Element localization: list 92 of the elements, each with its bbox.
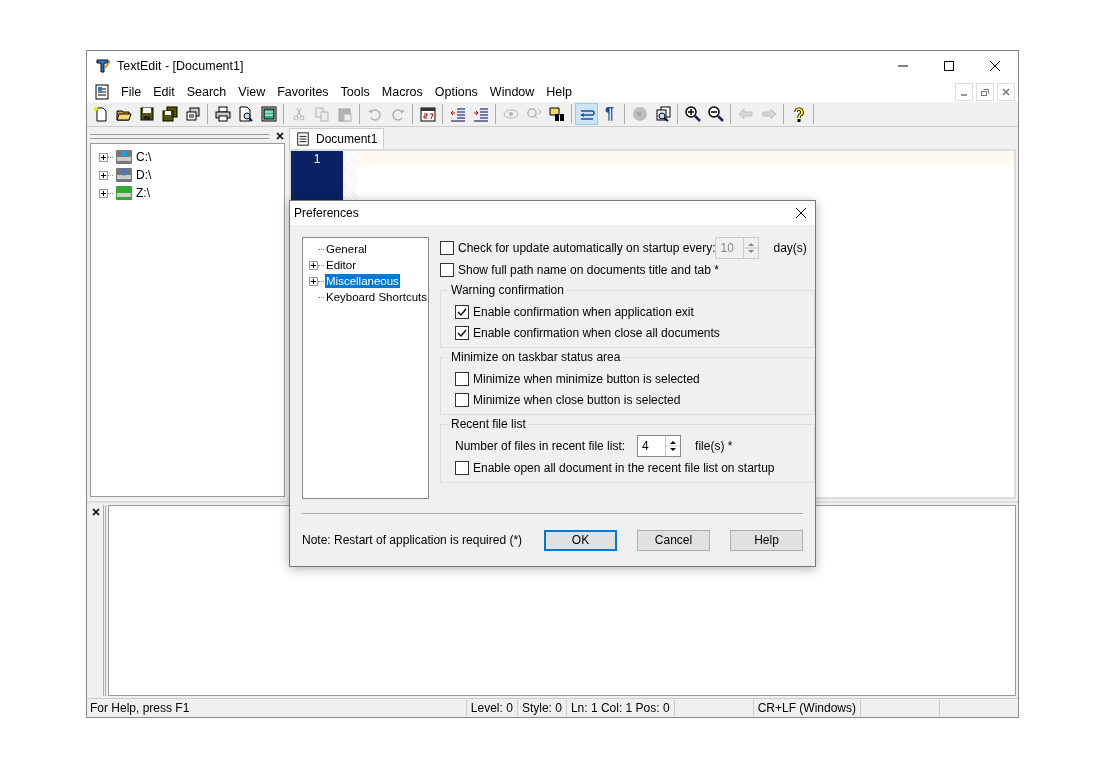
option-label: Enable confirmation when application exit: [473, 304, 694, 319]
zoom-in-icon: [684, 106, 701, 122]
option-label: Enable confirmation when close all documents: [473, 325, 720, 340]
dialog-button[interactable]: Cancel: [637, 529, 710, 551]
pilcrow-button[interactable]: ¶: [598, 103, 621, 125]
dialog-button[interactable]: Help: [730, 529, 803, 551]
copy-pages-icon: [313, 106, 330, 122]
menu-item[interactable]: Macros: [375, 84, 429, 99]
scissors-icon: [290, 106, 307, 122]
option-label: Minimize when minimize button is selected: [473, 371, 700, 386]
drive-icon: [116, 149, 132, 165]
number-field[interactable]: 4: [637, 435, 682, 457]
close-icon[interactable]: [795, 207, 807, 219]
unit-label: file(s) *: [695, 439, 734, 453]
category-item[interactable]: Editor: [325, 258, 358, 272]
minimize-icon[interactable]: [955, 82, 973, 101]
option-label: Number of files in recent file list:: [455, 439, 626, 453]
category-item[interactable]: Keyboard Shortcuts: [325, 290, 428, 304]
expander-icon[interactable]: [309, 276, 318, 286]
status-panel: Ln: 1 Col: 1 Pos: 0: [565, 700, 674, 716]
menu-item[interactable]: Options: [428, 84, 484, 99]
expander-icon[interactable]: [309, 260, 318, 270]
close-pane-icon[interactable]: [275, 131, 285, 141]
forward-arrow-icon: [760, 106, 777, 122]
drive-label[interactable]: C:\: [135, 150, 153, 164]
line-number: 1: [312, 151, 322, 167]
checkbox[interactable]: [455, 371, 469, 386]
document-tab[interactable]: Document1: [289, 128, 385, 149]
menu-item[interactable]: Search: [180, 84, 233, 99]
menu-item[interactable]: Help: [540, 84, 579, 99]
group-title: Minimize on taskbar status area: [449, 350, 623, 364]
checkbox[interactable]: [455, 304, 469, 319]
drive-icon: [116, 167, 132, 183]
document-icon[interactable]: [94, 83, 110, 100]
redo-arrow-icon: [389, 106, 406, 122]
category-item[interactable]: Miscellaneous: [325, 274, 400, 288]
group-title: Recent file list: [449, 417, 528, 431]
magnifier-arrows-icon: [525, 106, 542, 122]
menu-item[interactable]: Favorites: [271, 84, 335, 99]
expander-icon[interactable]: [99, 170, 108, 180]
window-title: TextEdit - [Document1]: [117, 59, 244, 73]
drive-label[interactable]: D:\: [135, 168, 153, 182]
back-arrow-icon: [737, 106, 754, 122]
checkbox[interactable]: [455, 325, 469, 340]
unit-label: day(s): [773, 241, 808, 255]
restart-note: Note: Restart of application is required (*): [302, 533, 523, 547]
app-logo-icon: [95, 58, 111, 74]
checkbox[interactable]: [455, 392, 469, 407]
menu-item[interactable]: View: [232, 84, 272, 99]
dialog-title: Preferences: [294, 206, 359, 220]
option-label: Show full path name on documents title and tab *: [458, 263, 719, 277]
option-label: Enable open all document in the recent file list on startup: [473, 460, 775, 475]
option-label: Check for update automatically on startup every:: [458, 241, 716, 255]
monitor-icon: [260, 106, 277, 122]
group-title: Warning confirmation: [449, 283, 566, 297]
expander-icon[interactable]: [99, 152, 108, 162]
page-magnifier-icon: [237, 106, 254, 122]
status-message: For Help, press F1: [89, 701, 191, 715]
option-label: Minimize when close button is selected: [473, 392, 681, 407]
drive-icon: [116, 185, 132, 201]
clipboard-icon: [336, 106, 353, 122]
expander-icon[interactable]: [99, 188, 108, 198]
zoom-out-icon: [707, 106, 724, 122]
restore-icon[interactable]: [976, 82, 994, 101]
drive-label[interactable]: Z:\: [135, 186, 151, 200]
menu-item[interactable]: File: [115, 84, 148, 99]
checkbox[interactable]: [455, 460, 469, 475]
pages-magnifier-icon: [654, 106, 671, 122]
checkbox[interactable]: [440, 263, 454, 277]
menu-item[interactable]: Edit: [147, 84, 181, 99]
menu-item[interactable]: Window: [483, 84, 541, 99]
folder-binoculars-icon: [548, 106, 565, 122]
outdent-lines-icon: [472, 106, 489, 122]
dialog-button[interactable]: OK: [544, 529, 617, 551]
globe-icon: [631, 106, 648, 122]
close-pane-icon[interactable]: [91, 507, 101, 517]
calendar-icon: [419, 106, 436, 122]
status-panel: Style: 0: [516, 700, 566, 716]
spin-arrows-icon[interactable]: [666, 438, 681, 454]
category-item[interactable]: General: [325, 242, 368, 256]
window-stack-icon: [184, 106, 201, 122]
indent-lines-icon: [449, 106, 466, 122]
floppy-stack-icon: [161, 106, 178, 122]
menu-item[interactable]: Tools: [334, 84, 376, 99]
eye-icon: [502, 106, 519, 122]
status-panel: CR+LF (Windows): [752, 700, 860, 716]
new-file-icon: [92, 106, 109, 122]
printer-icon: [214, 106, 231, 122]
document-icon: [296, 132, 310, 146]
undo-arrow-icon: [366, 106, 383, 122]
status-panel: Level: 0: [465, 700, 517, 716]
wrap-arrows-button[interactable]: [575, 103, 598, 125]
